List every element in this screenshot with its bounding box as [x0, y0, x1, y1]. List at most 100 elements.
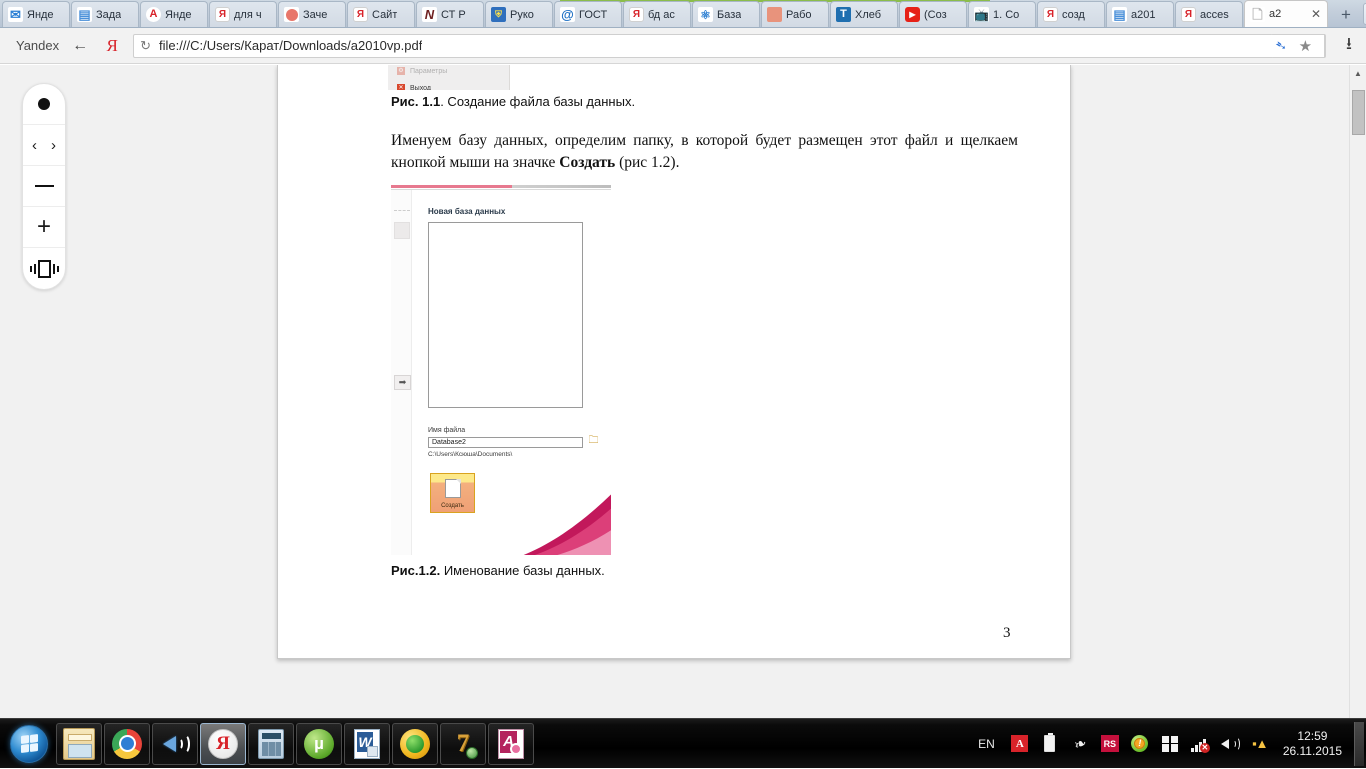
tab-title: Сайт	[372, 8, 398, 21]
pdf-viewer: ‹ › + ⚙ Параметры ✕ Выход Рис. 1.1. Созд…	[0, 65, 1366, 718]
yandex-icon: Я	[1043, 7, 1058, 22]
pdf-toolbar: ‹ › +	[22, 83, 66, 290]
next-page-icon[interactable]: ›	[51, 137, 56, 154]
clock[interactable]: 12:59 26.11.2015	[1275, 729, 1352, 759]
calculator-icon	[258, 728, 284, 759]
browser-tab-17[interactable]: Яacces	[1175, 1, 1243, 27]
adobe-icon[interactable]: A	[1008, 732, 1032, 756]
language-indicator[interactable]: EN	[968, 737, 1005, 751]
browser-tab-15[interactable]: Ясозд	[1037, 1, 1105, 27]
prev-page-icon[interactable]: ‹	[32, 137, 37, 154]
options-icon: ⚙	[397, 67, 405, 75]
paragraph-part-2: (рис 1.2).	[615, 154, 680, 171]
pan-tool-button[interactable]	[23, 84, 65, 125]
fit-page-button[interactable]	[23, 248, 65, 289]
green-plus-icon: +	[400, 728, 430, 759]
browser-tab-9[interactable]: Ябд ас	[623, 1, 691, 27]
start-button[interactable]	[3, 722, 55, 766]
browser-tab-8[interactable]: @ ГОСТ	[554, 1, 622, 27]
browser-tab-14[interactable]: 📺 1. Со	[968, 1, 1036, 27]
bookmark-star-icon[interactable]: ★	[1299, 37, 1312, 55]
taskbar-item-word[interactable]: W	[344, 722, 390, 765]
update-alert-icon[interactable]: !	[1128, 732, 1152, 756]
tab-close-icon[interactable]: ✕	[1309, 8, 1323, 20]
taskbar-item-volume-app[interactable]	[152, 722, 198, 765]
browser-tab-6[interactable]: N СТ Р	[416, 1, 484, 27]
browser-tab-0[interactable]: ✉ Янде	[2, 1, 70, 27]
word-icon: W	[354, 728, 380, 759]
figure-create-label: Создать	[441, 503, 464, 509]
speaker-icon	[160, 730, 190, 758]
get-windows-10-icon[interactable]	[1158, 732, 1182, 756]
url-bar[interactable]: ↻ file:///C:/Users/Карат/Downloads/a2010…	[133, 33, 1327, 58]
network-disconnected-icon[interactable]: ✕	[1188, 732, 1212, 756]
taskbar-item-explorer[interactable]	[56, 722, 102, 765]
turbo-rocket-icon[interactable]: ➴	[1273, 36, 1288, 55]
tab-title: База	[717, 8, 742, 21]
speaker-icon[interactable]	[1218, 732, 1242, 756]
taskbar-items: Яµ W +7 A	[55, 722, 535, 765]
taskbar-item-access[interactable]: A	[488, 722, 534, 765]
new-file-sheet-icon	[444, 479, 461, 498]
browser-tab-16[interactable]: ▤ a201	[1106, 1, 1174, 27]
figure-filename-input: Database2	[428, 437, 583, 448]
reload-icon[interactable]: ↻	[140, 38, 151, 54]
scroll-up-arrow-icon[interactable]: ▲	[1350, 65, 1366, 82]
vertical-scrollbar[interactable]: ▲	[1349, 65, 1366, 718]
back-arrow-icon[interactable]: ←	[69, 35, 91, 57]
browser-tab-1[interactable]: ▤ Зада	[71, 1, 139, 27]
yandex-icon: Я	[629, 7, 644, 22]
access-menu-remnant: ⚙ Параметры ✕ Выход	[388, 65, 510, 90]
document-icon: ▤	[77, 7, 92, 22]
url-text[interactable]: file:///C:/Users/Карат/Downloads/a2010vp…	[159, 38, 422, 53]
tab-title: Зада	[96, 8, 122, 21]
tab-title: 1. Со	[993, 8, 1020, 21]
browser-tab-4[interactable]: Заче	[278, 1, 346, 27]
adobe-glyph: A	[1011, 735, 1029, 752]
taskbar-item-utorrent[interactable]: µ	[296, 722, 342, 765]
browser-tab-10[interactable]: ⚛ База	[692, 1, 760, 27]
leaf-icon[interactable]: ❧	[1068, 732, 1092, 756]
red-dot-icon	[284, 7, 299, 22]
tab-title: Янде	[27, 8, 54, 21]
zoom-out-button[interactable]	[23, 166, 65, 207]
auto-ru-icon: A	[146, 7, 161, 22]
show-desktop-button[interactable]	[1354, 721, 1364, 766]
fire-icon[interactable]: ▪▲	[1248, 732, 1272, 756]
body-paragraph: Именуем базу данных, определим папку, в …	[391, 130, 1018, 174]
browser-tab-5[interactable]: Я Сайт	[347, 1, 415, 27]
browser-tab-13[interactable]: ▶ (Соз	[899, 1, 967, 27]
figure-left-rail	[391, 190, 412, 555]
browser-tab-18[interactable]: 🗋 a2 ✕	[1244, 0, 1328, 27]
taskbar-item-chrome[interactable]	[104, 722, 150, 765]
tab-title: Хлеб	[855, 8, 882, 21]
page-nav-buttons: ‹ ›	[23, 125, 65, 166]
minus-icon	[34, 185, 54, 187]
rs-icon[interactable]: RS	[1098, 732, 1122, 756]
taskbar-item-sevenzip[interactable]: 7	[440, 722, 486, 765]
fit-page-icon	[29, 259, 59, 278]
figure-top-accent-line	[391, 185, 611, 188]
figure-1-2-caption-bold: Рис.1.2.	[391, 563, 441, 578]
pdf-page-icon: 🗋	[1250, 6, 1265, 22]
browser-tab-7[interactable]: ⛨ Руко	[485, 1, 553, 27]
browser-brand-label: Yandex	[16, 38, 60, 53]
tab-title: ГОСТ	[579, 8, 608, 21]
browser-tab-11[interactable]: Рабо	[761, 1, 829, 27]
battery-icon[interactable]	[1038, 732, 1062, 756]
browser-tab-12[interactable]: T Хлеб	[830, 1, 898, 27]
new-tab-button[interactable]: +	[1333, 2, 1359, 26]
browser-tab-3[interactable]: Ядля ч	[209, 1, 277, 27]
scroll-thumb[interactable]	[1352, 90, 1365, 135]
downloads-icon[interactable]: ⭳	[1340, 31, 1358, 60]
figure-filename-label: Имя файла	[428, 427, 466, 434]
taskbar-item-yandex-browser[interactable]: Я	[200, 722, 246, 765]
yandex-home-icon[interactable]: Я	[101, 35, 123, 57]
taskbar-item-plus-app[interactable]: +	[392, 722, 438, 765]
menu-item-options: ⚙ Параметры	[388, 65, 509, 77]
taskbar-item-calculator[interactable]	[248, 722, 294, 765]
address-bar: Yandex ← Я ↻ file:///C:/Users/Карат/Down…	[0, 28, 1366, 64]
paragraph-part-1: Именуем базу данных, определим папку, в …	[391, 132, 1018, 171]
browser-tab-2[interactable]: A Янде	[140, 1, 208, 27]
zoom-in-button[interactable]: +	[23, 207, 65, 248]
